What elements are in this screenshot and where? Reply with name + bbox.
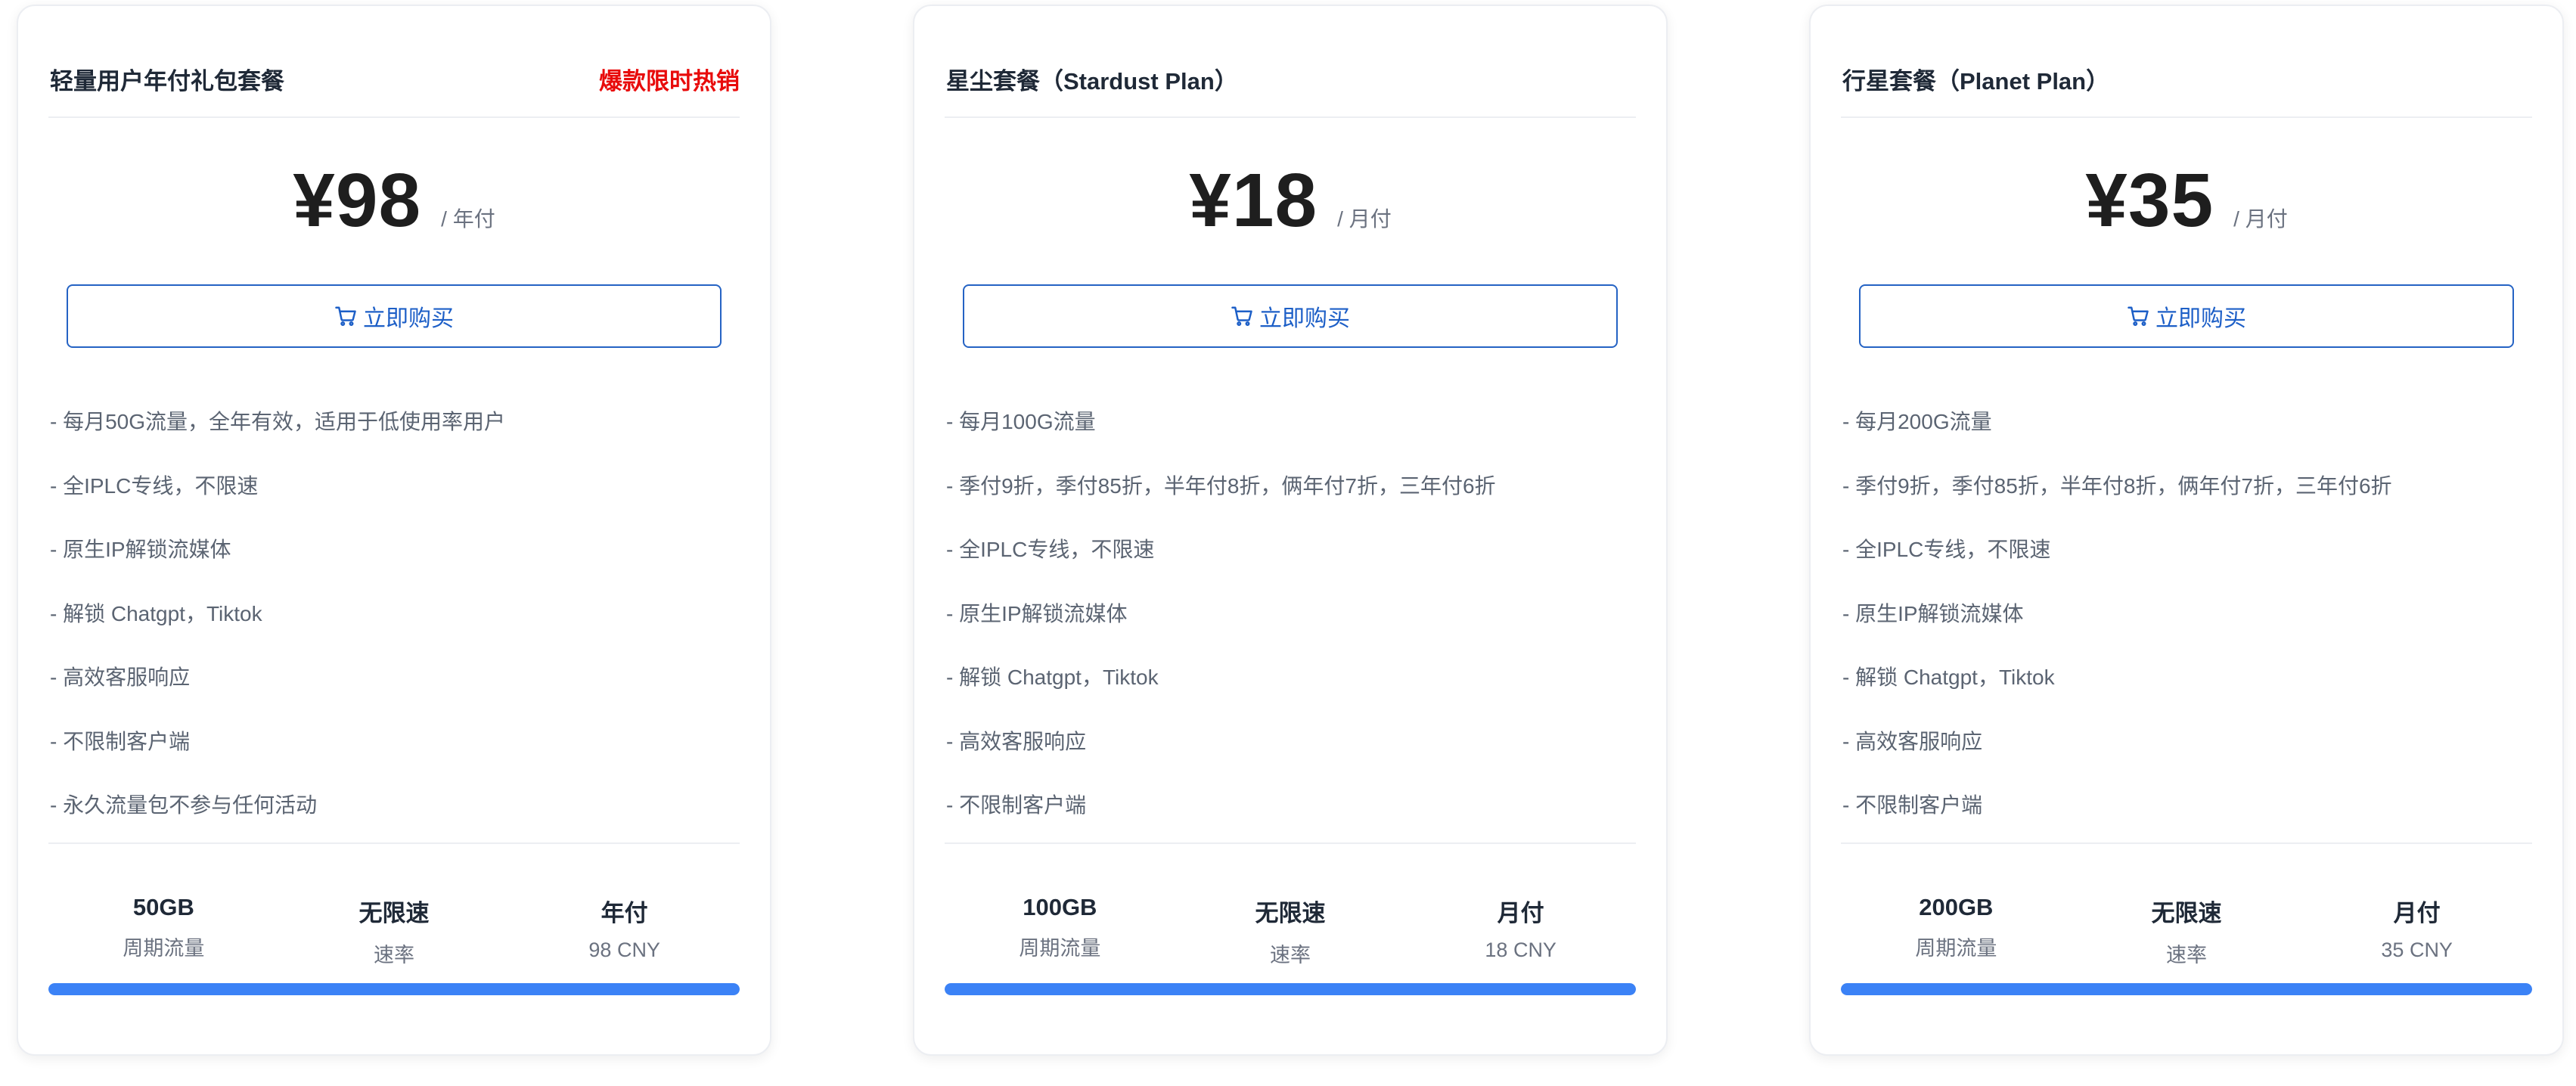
plan-stat-value: 无限速 [2151, 900, 2222, 926]
buy-now-label: 立即购买 [363, 306, 454, 331]
plan-feature-item: - 高效客服响应 [946, 729, 1087, 753]
plan-stat-label: 周期流量 [123, 937, 205, 960]
stats-divider [48, 842, 740, 844]
plan-price-row: ¥98 / 年付 [18, 157, 770, 263]
plan-stat-value: 50GB [132, 894, 194, 920]
stats-divider [1841, 842, 2532, 844]
hot-sale-badge: 爆款限时热销 [599, 68, 740, 95]
plan-stats: 50GB 周期流量 无限速 速率 年付 98 CNY [48, 894, 740, 968]
plan-stat-label: 速率 [1270, 944, 1311, 967]
plan-stat: 月付 35 CNY [2301, 894, 2532, 968]
plan-price: ¥18 [1189, 158, 1318, 243]
plan-price: ¥98 [293, 158, 422, 243]
stats-divider [945, 842, 1636, 844]
plan-feature-item: - 每月50G流量，全年有效，适用于低使用率用户 [50, 410, 506, 433]
plan-stat: 100GB 周期流量 [945, 894, 1175, 968]
buy-now-label: 立即购买 [1259, 306, 1350, 331]
plan-price: ¥35 [2085, 158, 2214, 243]
plan-feature-item: - 解锁 Chatgpt，Tiktok [50, 601, 262, 625]
plan-card: 轻量用户年付礼包套餐 爆款限时热销 ¥98 / 年付 立即购买 - 每月50G流… [17, 5, 771, 1056]
plan-feature-list: - 每月100G流量 - 季付9折，季付85折，半年付8折，俩年付7折，三年付6折… [946, 405, 1636, 853]
plan-card: 行星套餐（Planet Plan） ¥35 / 月付 立即购买 - 每月200G… [1809, 5, 2564, 1056]
plan-stat-label: 18 CNY [1485, 939, 1556, 961]
plan-feature-item: - 季付9折，季付85折，半年付8折，俩年付7折，三年付6折 [946, 473, 1496, 498]
cart-icon [334, 305, 363, 327]
plan-progress-bar [1841, 983, 2532, 995]
plan-feature-item: - 原生IP解锁流媒体 [1842, 601, 2024, 625]
plan-stat: 50GB 周期流量 [48, 894, 279, 968]
plan-feature-list: - 每月200G流量 - 季付9折，季付85折，半年付8折，俩年付7折，三年付6折… [1842, 405, 2532, 853]
plan-feature-item: - 原生IP解锁流媒体 [50, 538, 231, 561]
plan-stat-value: 200GB [1919, 894, 1994, 920]
plan-billing-period: / 月付 [1337, 207, 1392, 231]
plan-feature-item: - 解锁 Chatgpt，Tiktok [1842, 666, 2055, 689]
cart-icon [1231, 305, 1259, 327]
plan-stat: 无限速 速率 [279, 894, 510, 968]
plan-feature-item: - 高效客服响应 [1842, 729, 1983, 753]
cart-icon [2127, 305, 2155, 327]
plan-stat-value: 无限速 [358, 900, 430, 926]
plan-stat-value: 月付 [2393, 900, 2441, 926]
plan-feature-item: - 原生IP解锁流媒体 [946, 601, 1128, 625]
plan-price-row: ¥35 / 月付 [1811, 157, 2562, 263]
plan-progress-fill [48, 983, 740, 995]
plan-stat-value: 100GB [1023, 894, 1097, 920]
buy-now-button[interactable]: 立即购买 [963, 284, 1618, 348]
buy-now-label: 立即购买 [2155, 306, 2246, 331]
plan-price-row: ¥18 / 月付 [914, 157, 1666, 263]
plan-stat-label: 35 CNY [2381, 939, 2453, 961]
plan-stat-value: 月付 [1497, 900, 1544, 926]
plan-stats: 200GB 周期流量 无限速 速率 月付 35 CNY [1841, 894, 2532, 968]
plan-stat-label: 98 CNY [588, 939, 660, 961]
plan-stat: 月付 18 CNY [1405, 894, 1636, 968]
plan-title: 轻量用户年付礼包套餐 [50, 68, 284, 95]
plan-progress-fill [945, 983, 1636, 995]
plan-progress-fill [1841, 983, 2532, 995]
plan-progress-bar [48, 983, 740, 995]
plan-stat: 200GB 周期流量 [1841, 894, 2072, 968]
plan-feature-item: - 不限制客户端 [50, 729, 191, 753]
plan-stat-value: 无限速 [1255, 900, 1326, 926]
plan-feature-list: - 每月50G流量，全年有效，适用于低使用率用户 - 全IPLC专线，不限速 - 原… [50, 405, 740, 853]
plan-stats: 100GB 周期流量 无限速 速率 月付 18 CNY [945, 894, 1636, 968]
buy-now-button[interactable]: 立即购买 [67, 284, 722, 348]
plan-card: 星尘套餐（Stardust Plan） ¥18 / 月付 立即购买 - 每月10… [913, 5, 1668, 1056]
buy-now-button[interactable]: 立即购买 [1859, 284, 2514, 348]
plan-progress-bar [945, 983, 1636, 995]
plan-stat: 无限速 速率 [2072, 894, 2302, 968]
plan-stat: 无限速 速率 [1175, 894, 1406, 968]
plan-billing-period: / 月付 [2233, 207, 2288, 231]
plan-feature-item: - 每月100G流量 [946, 410, 1096, 433]
plan-stat-label: 速率 [374, 944, 414, 967]
plan-stat-label: 周期流量 [1019, 937, 1101, 960]
plan-feature-item: - 高效客服响应 [50, 666, 191, 689]
plan-title: 行星套餐（Planet Plan） [1842, 68, 2110, 95]
plan-stat-label: 周期流量 [1915, 937, 1997, 960]
plan-feature-item: - 全IPLC专线，不限速 [50, 473, 259, 498]
plan-feature-item: - 季付9折，季付85折，半年付8折，俩年付7折，三年付6折 [1842, 473, 2392, 498]
plan-feature-item: - 全IPLC专线，不限速 [1842, 538, 2051, 561]
plan-feature-item: - 解锁 Chatgpt，Tiktok [946, 666, 1159, 689]
plan-feature-item: - 全IPLC专线，不限速 [946, 538, 1155, 561]
plan-title: 星尘套餐（Stardust Plan） [946, 68, 1238, 95]
plan-stat: 年付 98 CNY [509, 894, 740, 968]
plan-feature-item: - 每月200G流量 [1842, 410, 1992, 433]
plan-stat-label: 速率 [2166, 944, 2207, 967]
plan-billing-period: / 年付 [441, 207, 495, 231]
plan-stat-value: 年付 [601, 900, 648, 926]
